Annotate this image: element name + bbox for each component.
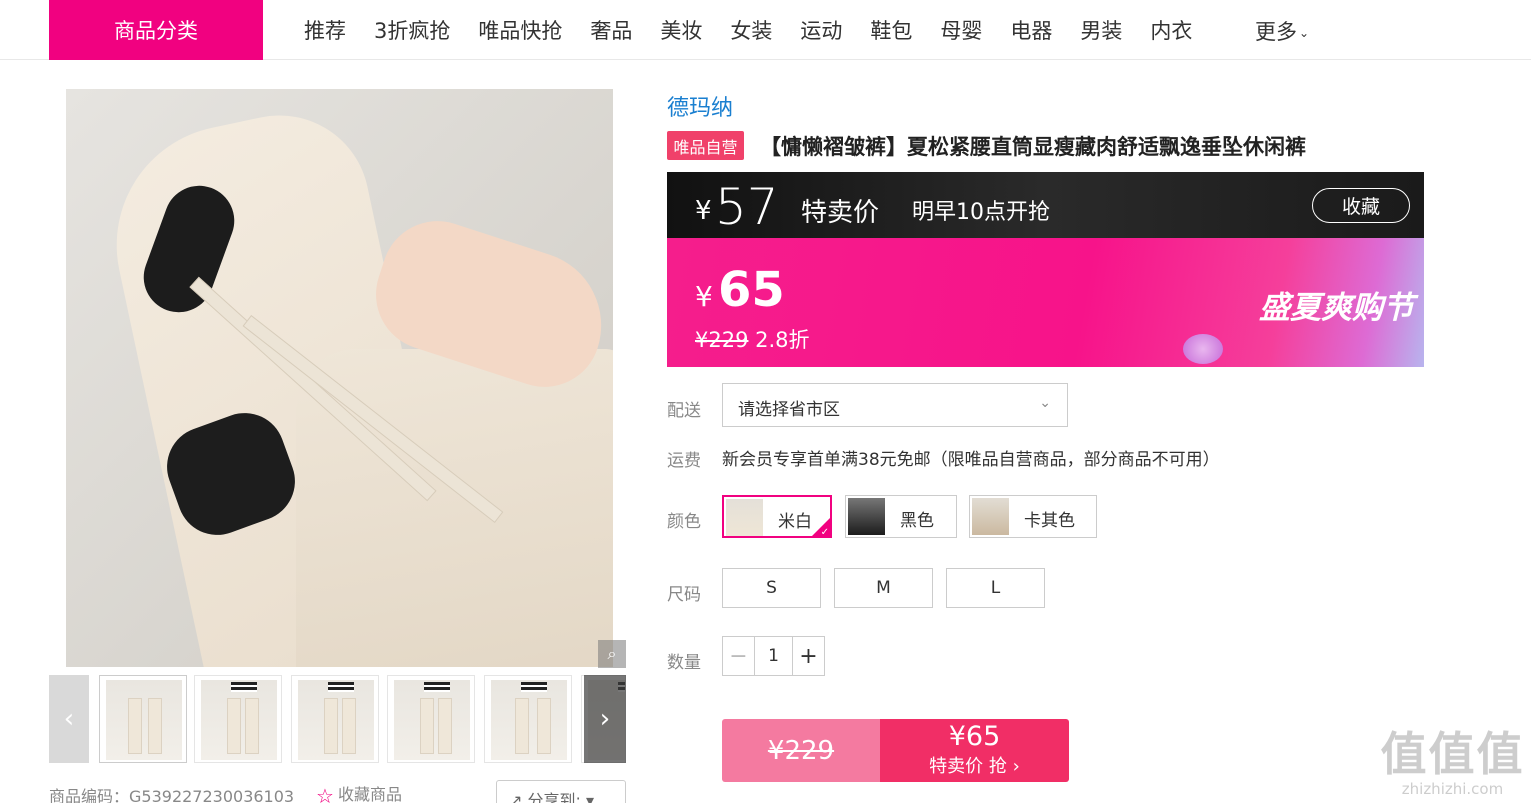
- favorite-button[interactable]: 收藏: [1312, 188, 1410, 223]
- buy-label: 特卖价 抢 ›: [929, 756, 1020, 777]
- buy-price: ¥65: [948, 721, 1001, 752]
- thumbnail-item[interactable]: [194, 675, 282, 763]
- nav-item-flash[interactable]: 唯品快抢: [478, 15, 562, 45]
- chevron-down-icon: ▾: [580, 791, 595, 803]
- currency-symbol: ¥: [695, 280, 713, 313]
- sku-code: 商品编码：G539227230036103: [49, 787, 295, 803]
- favorite-product-link[interactable]: ☆ 收藏商品: [316, 781, 402, 803]
- star-icon: ☆: [316, 783, 334, 803]
- thumbnail-item[interactable]: [291, 675, 379, 763]
- buy-now-button[interactable]: ¥65 特卖价 抢 ›: [880, 719, 1069, 782]
- color-swatch: [726, 499, 763, 536]
- region-placeholder: 请选择省市区: [738, 400, 840, 420]
- decorative-orb: [1183, 334, 1223, 364]
- share-button[interactable]: ↗ 分享到: ▾: [496, 780, 626, 803]
- region-select[interactable]: 请选择省市区 ⌄: [722, 383, 1068, 427]
- nav-item-underwear[interactable]: 内衣: [1150, 15, 1192, 45]
- color-option-khaki[interactable]: 卡其色: [969, 495, 1097, 538]
- self-operated-badge: 唯品自营: [667, 131, 744, 160]
- favorite-label: 收藏商品: [337, 785, 402, 803]
- nav-items: 推荐 3折疯抢 唯品快抢 奢品 美妆 女装 运动 鞋包 母婴 电器 男装 内衣: [290, 0, 1206, 60]
- color-swatch: [972, 498, 1009, 535]
- nav-item-appliances[interactable]: 电器: [1010, 15, 1052, 45]
- color-name: 米白: [778, 512, 812, 532]
- nav-item-30-percent[interactable]: 3折疯抢: [374, 15, 450, 45]
- discount-rate: 2.8折: [755, 328, 810, 352]
- quantity-label: 数量: [667, 653, 701, 673]
- original-price-button: ¥229: [722, 719, 880, 782]
- nav-more-label: 更多: [1255, 20, 1297, 44]
- top-navigation: 商品分类 推荐 3折疯抢 唯品快抢 奢品 美妆 女装 运动 鞋包 母婴 电器 男…: [0, 0, 1531, 60]
- product-main-image[interactable]: [66, 89, 613, 667]
- color-option-offwhite[interactable]: 米白 ✓: [722, 495, 832, 538]
- nav-item-beauty[interactable]: 美妆: [660, 15, 702, 45]
- size-label: 尺码: [667, 585, 701, 605]
- chevron-down-icon: ⌄: [1299, 26, 1310, 40]
- thumbnail-item[interactable]: [99, 675, 187, 763]
- nav-item-baby[interactable]: 母婴: [940, 15, 982, 45]
- flash-price: 57: [715, 178, 779, 236]
- quantity-increase-button[interactable]: +: [792, 637, 824, 675]
- nav-more-menu[interactable]: 更多 ⌄: [1255, 16, 1309, 46]
- color-name: 卡其色: [1024, 511, 1075, 531]
- nav-item-sports[interactable]: 运动: [800, 15, 842, 45]
- original-price: ¥229: [695, 328, 749, 352]
- color-label: 颜色: [667, 512, 701, 532]
- currency-symbol: ¥: [695, 196, 712, 226]
- color-swatch: [848, 498, 885, 535]
- check-icon: ✓: [820, 527, 829, 538]
- watermark-logo: 值值值: [1380, 727, 1525, 781]
- thumbnail-strip: ‹ ›: [49, 675, 626, 763]
- zoom-icon[interactable]: ⌕: [598, 640, 626, 668]
- thumbnail-item[interactable]: [484, 675, 572, 763]
- delivery-label: 配送: [667, 401, 701, 421]
- shipping-info: 新会员专享首单满38元免邮（限唯品自营商品，部分商品不可用）: [722, 450, 1220, 470]
- event-logo: 盛夏爽购节: [1259, 290, 1414, 326]
- nav-item-luxury[interactable]: 奢品: [590, 15, 632, 45]
- size-option-s[interactable]: S: [722, 568, 821, 608]
- brand-link[interactable]: 德玛纳: [667, 90, 733, 122]
- thumbnail-prev-button[interactable]: ‹: [49, 675, 89, 763]
- thumbnail-next-button[interactable]: ›: [584, 675, 626, 763]
- flash-price-label: 特卖价: [801, 198, 880, 228]
- quantity-decrease-button[interactable]: −: [723, 637, 755, 675]
- thumbnail-item[interactable]: [387, 675, 475, 763]
- color-name: 黑色: [900, 511, 934, 531]
- product-title: 【慵懒褶皱裤】夏松紧腰直筒显瘦藏肉舒适飘逸垂坠休闲裤: [760, 135, 1306, 159]
- current-price: 65: [718, 262, 785, 318]
- size-option-l[interactable]: L: [946, 568, 1045, 608]
- nav-item-shoes-bags[interactable]: 鞋包: [870, 15, 912, 45]
- flash-price-banner: ¥ 57 特卖价 明早10点开抢 收藏: [667, 172, 1424, 238]
- current-price-banner: ¥ 65 ¥229 2.8折 盛夏爽购节: [667, 238, 1424, 367]
- original-price-line: ¥229 2.8折: [695, 324, 810, 354]
- nav-item-recommend[interactable]: 推荐: [304, 15, 346, 45]
- quantity-stepper: − 1 +: [722, 636, 825, 676]
- color-option-black[interactable]: 黑色: [845, 495, 957, 538]
- share-label: 分享到:: [527, 791, 581, 803]
- nav-item-men[interactable]: 男装: [1080, 15, 1122, 45]
- nav-item-women[interactable]: 女装: [730, 15, 772, 45]
- watermark: 值值值 zhizhizhi.com: [1380, 718, 1525, 798]
- shipping-label: 运费: [667, 451, 701, 471]
- size-option-m[interactable]: M: [834, 568, 933, 608]
- quantity-input[interactable]: 1: [755, 637, 792, 675]
- chevron-down-icon: ⌄: [1039, 395, 1051, 411]
- share-icon: ↗: [509, 791, 528, 803]
- flash-start-time: 明早10点开抢: [912, 200, 1050, 225]
- category-menu-button[interactable]: 商品分类: [49, 0, 263, 60]
